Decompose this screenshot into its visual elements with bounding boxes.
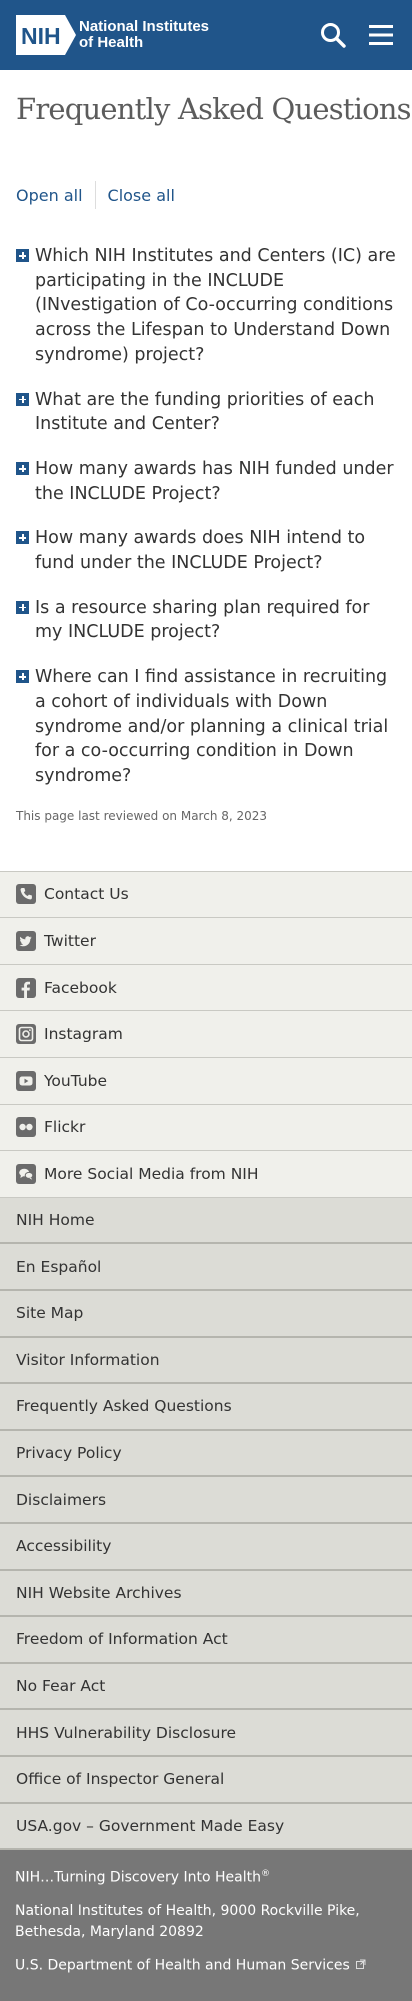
last-reviewed-text: This page last reviewed on March 8, 2023 [16,808,268,823]
expand-plus-icon [16,249,29,262]
social-item-label: Facebook [44,978,117,997]
hhs-link-label: U.S. Department of Health and Human Serv… [15,1957,350,1974]
expand-plus-icon [16,531,29,545]
footer-link-visitor-information[interactable]: Visitor Information [0,1338,412,1385]
faq-item[interactable]: Where can I find assistance in recruitin… [16,665,396,789]
social-links: Contact Us Twitter Facebook Instagram Yo… [0,870,412,1198]
site-header: NIH National Institutes of Health [0,0,412,70]
hhs-link[interactable]: U.S. Department of Health and Human Serv… [15,1955,396,1977]
search-icon[interactable] [318,20,348,50]
menu-icon[interactable] [366,20,396,50]
expand-plus-icon [16,670,29,684]
site-footer: NIH…Turning Discovery Into Health® Natio… [0,1850,412,2001]
faq-list: Which NIH Institutes and Centers (IC) ar… [16,244,396,789]
address-line-1: National Institutes of Health, 9000 Rock… [15,1902,360,1919]
nih-logo[interactable]: NIH National Institutes of Health [16,15,209,55]
social-item-label: Flickr [44,1118,86,1137]
faq-question: What are the funding priorities of each … [35,389,375,435]
footer-link-accessibility[interactable]: Accessibility [0,1524,412,1571]
social-item-flickr[interactable]: Flickr [0,1105,412,1152]
svg-text:NIH: NIH [21,23,61,49]
instagram-icon [16,1024,36,1045]
header-actions [318,20,396,50]
address-line-2: Bethesda, Maryland 20892 [15,1923,204,1940]
phone-icon [16,884,36,905]
footer-link-vulnerability-disclosure[interactable]: HHS Vulnerability Disclosure [0,1710,412,1757]
social-item-label: Contact Us [44,885,129,904]
footer-address: National Institutes of Health, 9000 Rock… [15,1901,396,1943]
social-item-youtube[interactable]: YouTube [0,1058,412,1105]
expand-plus-icon [16,392,29,406]
faq-item[interactable]: What are the funding priorities of each … [16,388,396,437]
social-item-label: Instagram [44,1025,123,1044]
logo-line-2: of Health [79,34,144,51]
social-item-facebook[interactable]: Facebook [0,965,412,1012]
faq-question: Where can I find assistance in recruitin… [35,667,389,786]
youtube-icon [16,1070,36,1091]
faq-question: Which NIH Institutes and Centers (IC) ar… [35,246,396,365]
faq-item[interactable]: How many awards does NIH intend to fund … [16,526,396,575]
external-link-icon [356,1955,366,1976]
accordion-controls: Open all Close all [16,180,396,210]
facebook-icon [16,977,36,998]
expand-plus-icon [16,461,29,475]
social-item-instagram[interactable]: Instagram [0,1011,412,1059]
chat-bubbles-icon [16,1164,36,1185]
social-item-label: Twitter [44,932,96,951]
twitter-icon [16,931,36,952]
expand-plus-icon [16,600,29,614]
faq-item[interactable]: Which NIH Institutes and Centers (IC) ar… [16,244,396,368]
footer-link-usa-gov[interactable]: USA.gov – Government Made Easy [0,1804,412,1851]
nih-logo-text: National Institutes of Health [79,19,209,51]
footer-link-nih-home[interactable]: NIH Home [0,1198,412,1245]
footer-link-website-archives[interactable]: NIH Website Archives [0,1571,412,1618]
faq-question: How many awards has NIH funded under the… [35,458,394,504]
social-item-label: YouTube [44,1071,108,1090]
social-item-contact[interactable]: Contact Us [0,872,412,919]
footer-link-en-espanol[interactable]: En Español [0,1244,412,1291]
footer-link-site-map[interactable]: Site Map [0,1291,412,1338]
faq-question: Is a resource sharing plan required for … [35,597,370,643]
footer-link-no-fear-act[interactable]: No Fear Act [0,1664,412,1711]
footer-link-inspector-general[interactable]: Office of Inspector General [0,1757,412,1804]
footer-link-privacy-policy[interactable]: Privacy Policy [0,1431,412,1478]
faq-item[interactable]: Is a resource sharing plan required for … [16,596,396,645]
social-item-more-social-media[interactable]: More Social Media from NIH [0,1151,412,1198]
footer-link-foia[interactable]: Freedom of Information Act [0,1617,412,1664]
social-item-label: More Social Media from NIH [44,1165,259,1184]
footer-link-disclaimers[interactable]: Disclaimers [0,1477,412,1524]
footer-link-faq[interactable]: Frequently Asked Questions [0,1384,412,1431]
footer-tagline-text: NIH…Turning Discovery Into Health [15,1869,262,1886]
page-title: Frequently Asked Questions [16,92,412,126]
nih-logo-mark: NIH [16,15,76,55]
divider [94,181,96,209]
faq-item[interactable]: How many awards has NIH funded under the… [16,457,396,506]
social-item-twitter[interactable]: Twitter [0,918,412,965]
footer-links: NIH Home En Español Site Map Visitor Inf… [0,1197,412,1851]
logo-line-1: National Institutes [79,18,210,35]
main-content: Frequently Asked Questions Open all Clos… [0,70,412,871]
flickr-icon [16,1117,36,1138]
close-all-link[interactable]: Close all [108,186,175,205]
faq-question: How many awards does NIH intend to fund … [35,528,366,574]
registered-mark: ® [261,1869,271,1880]
open-all-link[interactable]: Open all [16,186,83,205]
footer-tagline: NIH…Turning Discovery Into Health® [15,1864,396,1889]
